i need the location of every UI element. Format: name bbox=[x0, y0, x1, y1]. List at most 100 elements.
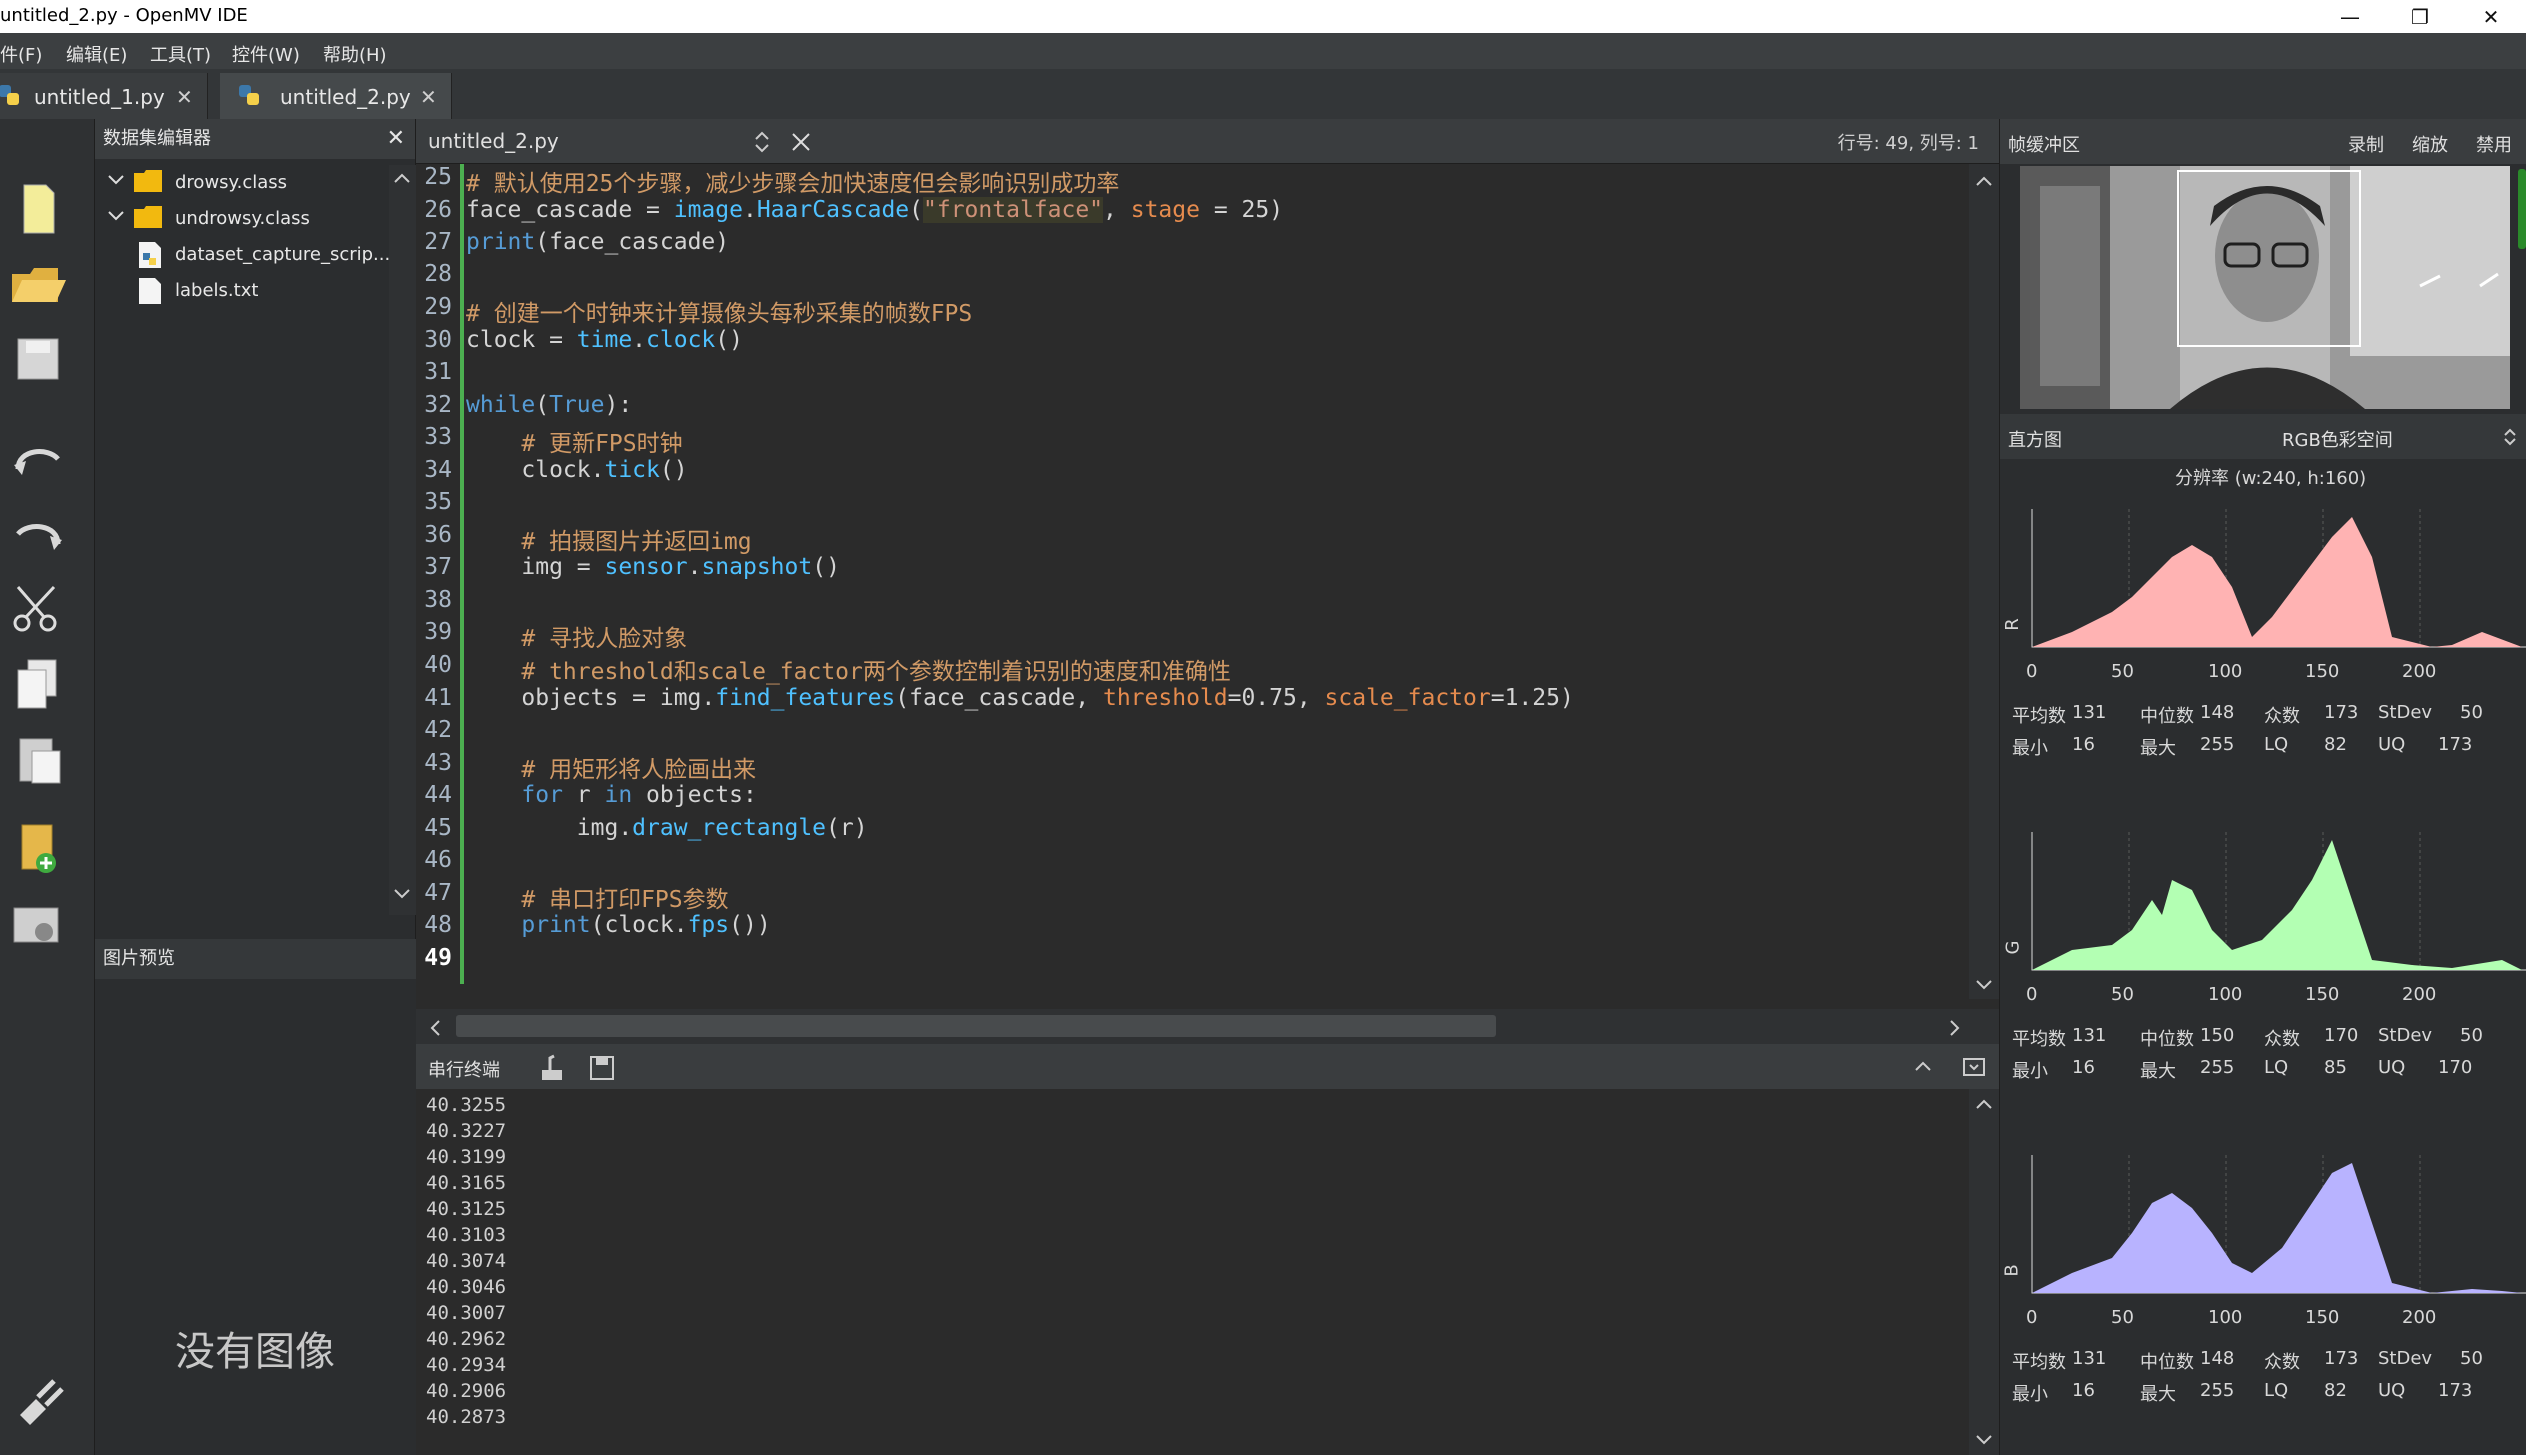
chevron-down-icon[interactable] bbox=[105, 169, 127, 191]
line-number: 46 bbox=[424, 847, 452, 873]
connect-icon[interactable] bbox=[8, 1369, 68, 1429]
paste-icon[interactable] bbox=[8, 729, 68, 789]
tree-item-dataset-capture-script[interactable]: dataset_capture_scrip... bbox=[95, 237, 395, 273]
close-window-button[interactable]: ✕ bbox=[2456, 2, 2526, 32]
x-tick-label: 100 bbox=[2208, 1307, 2243, 1328]
colorspace-select[interactable]: RGB色彩空间 bbox=[2282, 426, 2393, 452]
frame-buffer-panel: 帧缓冲区 录制 缩放 禁用 直方图 RGB色彩空间 分辨率 (w:240, h:… bbox=[1999, 119, 2526, 1455]
editor-filename: untitled_2.py bbox=[428, 129, 559, 153]
code-line: # 默认使用25个步骤，减少步骤会加快速度但会影响识别成功率 bbox=[466, 171, 1120, 197]
tree-item-drowsy[interactable]: drowsy.class bbox=[95, 165, 395, 201]
tree-item-labels-txt[interactable]: labels.txt bbox=[95, 273, 395, 309]
tab-untitled-1[interactable]: untitled_1.py ✕ bbox=[0, 73, 208, 119]
serial-line: 40.2962 bbox=[426, 1328, 507, 1350]
clear-terminal-icon[interactable] bbox=[538, 1054, 568, 1082]
code-line: for r in objects: bbox=[521, 782, 757, 808]
chevron-up-icon[interactable] bbox=[391, 169, 413, 187]
file-switch-icon[interactable] bbox=[752, 129, 772, 155]
line-number: 28 bbox=[424, 261, 452, 287]
menu-tools[interactable]: 工具(T) bbox=[150, 41, 211, 67]
tab-untitled-2[interactable]: untitled_2.py ✕ bbox=[220, 73, 452, 119]
image-preview-title: 图片预览 bbox=[103, 948, 175, 969]
editor-horizontal-scrollbar[interactable] bbox=[416, 1009, 1999, 1044]
line-number: 47 bbox=[424, 880, 452, 906]
chevron-down-icon[interactable] bbox=[1973, 976, 1995, 994]
code-line: # 创建一个时钟来计算摄像头每秒采集的帧数FPS bbox=[466, 301, 973, 327]
menu-file[interactable]: 件(F) bbox=[0, 41, 42, 67]
x-tick-label: 200 bbox=[2402, 1307, 2437, 1328]
save-terminal-icon[interactable] bbox=[588, 1054, 616, 1082]
menu-help[interactable]: 帮助(H) bbox=[323, 41, 387, 67]
code-line: print(face_cascade) bbox=[466, 229, 730, 255]
chevron-down-icon[interactable] bbox=[1973, 1431, 1995, 1449]
cut-icon[interactable] bbox=[8, 579, 68, 639]
close-icon[interactable]: ✕ bbox=[387, 119, 405, 159]
stat-label: StDev bbox=[2378, 702, 2433, 723]
histogram-area bbox=[2032, 517, 2522, 647]
chevron-up-icon[interactable] bbox=[1973, 172, 1995, 190]
stat-value: 170 bbox=[2438, 1057, 2473, 1078]
copy-icon[interactable] bbox=[8, 654, 68, 714]
line-number: 29 bbox=[424, 294, 452, 320]
stat-label: StDev bbox=[2378, 1025, 2433, 1046]
menu-edit[interactable]: 编辑(E) bbox=[66, 41, 127, 67]
open-folder-icon[interactable] bbox=[8, 254, 68, 314]
dropdown-arrows-icon[interactable] bbox=[2502, 426, 2518, 448]
line-number: 45 bbox=[424, 815, 452, 841]
x-tick-label: 150 bbox=[2305, 1307, 2340, 1328]
stat-value: 255 bbox=[2200, 1380, 2235, 1401]
serial-terminal-panel: 串行终端 40.3255 40.3227 40.3199 40.3165 40.… bbox=[416, 1044, 1999, 1455]
record-button[interactable]: 录制 bbox=[2348, 131, 2384, 157]
chevron-left-icon[interactable] bbox=[426, 1017, 444, 1039]
code-line: print(clock.fps()) bbox=[521, 912, 771, 938]
x-tick-label: 100 bbox=[2208, 661, 2243, 682]
stat-label: 平均数 bbox=[2012, 1352, 2066, 1373]
stat-value: 255 bbox=[2200, 734, 2235, 755]
menu-widgets[interactable]: 控件(W) bbox=[232, 41, 300, 67]
code-line: # 串口打印FPS参数 bbox=[521, 887, 729, 913]
tab-close-icon[interactable]: ✕ bbox=[420, 85, 437, 109]
new-dataset-icon[interactable] bbox=[8, 819, 68, 879]
python-file-icon bbox=[239, 85, 259, 105]
line-number: 49 bbox=[424, 945, 452, 971]
chevron-up-icon[interactable] bbox=[1912, 1056, 1934, 1078]
disable-button[interactable]: 禁用 bbox=[2476, 131, 2512, 157]
redo-icon[interactable] bbox=[8, 504, 68, 564]
tab-close-icon[interactable]: ✕ bbox=[176, 85, 193, 109]
line-number: 39 bbox=[424, 619, 452, 645]
histogram-header: 直方图 RGB色彩空间 bbox=[2000, 414, 2526, 459]
code-line: # 拍摄图片并返回img bbox=[521, 529, 752, 555]
scrollbar-thumb[interactable] bbox=[456, 1015, 1496, 1037]
stat-label: 中位数 bbox=[2140, 1029, 2194, 1050]
chevron-right-icon[interactable] bbox=[1946, 1017, 1964, 1039]
stat-label: 中位数 bbox=[2140, 706, 2194, 727]
stat-label: 最大 bbox=[2140, 1384, 2176, 1405]
chevron-up-icon[interactable] bbox=[1973, 1095, 1995, 1113]
line-number: 31 bbox=[424, 359, 452, 385]
serial-scrollbar[interactable] bbox=[1969, 1089, 1999, 1455]
capture-image-icon[interactable] bbox=[8, 894, 68, 954]
stat-label: 平均数 bbox=[2012, 1029, 2066, 1050]
stat-value: 50 bbox=[2460, 1025, 2483, 1046]
float-panel-icon[interactable] bbox=[1962, 1056, 1986, 1078]
close-icon[interactable] bbox=[790, 131, 812, 153]
stat-value: 131 bbox=[2072, 702, 2107, 723]
stat-label: LQ bbox=[2264, 1380, 2289, 1401]
tree-item-undrowsy[interactable]: undrowsy.class bbox=[95, 201, 395, 237]
code-line: clock.tick() bbox=[466, 457, 688, 483]
tree-scrollbar[interactable] bbox=[389, 165, 416, 915]
new-file-icon[interactable] bbox=[8, 179, 68, 239]
serial-line: 40.3046 bbox=[426, 1276, 507, 1298]
chevron-down-icon[interactable] bbox=[391, 885, 413, 903]
stat-label: UQ bbox=[2378, 734, 2406, 755]
undo-icon[interactable] bbox=[8, 429, 68, 489]
save-icon[interactable] bbox=[8, 329, 68, 389]
zoom-button[interactable]: 缩放 bbox=[2412, 131, 2448, 157]
histogram-area bbox=[2032, 840, 2522, 970]
editor-header: untitled_2.py 行号: 49, 列号: 1 bbox=[416, 119, 1999, 164]
editor-vertical-scrollbar[interactable] bbox=[1969, 164, 1999, 999]
maximize-button[interactable]: ❐ bbox=[2385, 2, 2455, 32]
chevron-down-icon[interactable] bbox=[105, 205, 127, 227]
stat-label: LQ bbox=[2264, 734, 2289, 755]
minimize-button[interactable]: — bbox=[2315, 2, 2385, 32]
